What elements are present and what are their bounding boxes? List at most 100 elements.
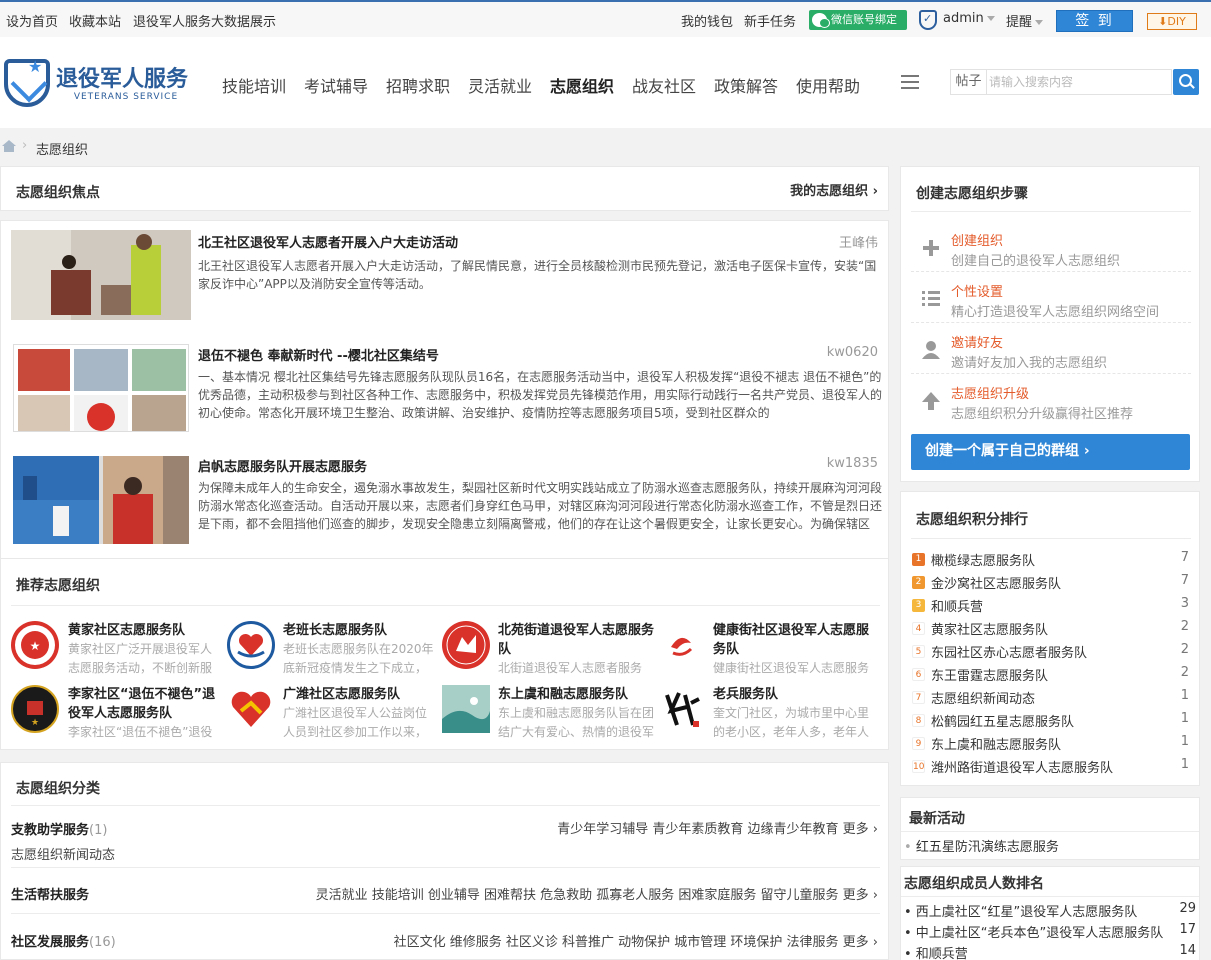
rank-org-name[interactable]: 金沙窝社区志愿服务队 [931,573,1061,592]
member-org-name[interactable]: • 和顺兵营 [904,943,968,960]
user-menu[interactable]: admin [943,11,995,26]
org-logo[interactable] [657,621,705,669]
nav-item-jobs[interactable]: 招聘求职 [386,73,450,97]
wallet-link[interactable]: 我的钱包 [681,11,733,30]
article-photo [11,230,191,320]
rank-badge: 10 [912,760,925,773]
nav-item-exam[interactable]: 考试辅导 [304,73,368,97]
search-type-select[interactable]: 帖子 [951,70,987,94]
article-thumbnail[interactable] [11,230,191,320]
plus-icon [920,237,942,259]
article-title[interactable]: 北王社区退役军人志愿者开展入户大走访活动 [198,232,458,251]
search-input[interactable] [989,72,1169,92]
rank-org-name[interactable]: 东上虞和融志愿服务队 [931,734,1061,753]
article-title[interactable]: 退伍不褪色 奉献新时代 --樱北社区集结号 [198,345,439,364]
org-name[interactable]: 李家社区“退伍不褪色”退役军人志愿服务队 [68,685,223,723]
my-volunteer-link[interactable]: 我的志愿组织 › [790,180,878,199]
category-name[interactable]: 社区发展服务(16) [11,931,116,950]
shield-logo-icon [4,57,50,107]
member-org-name[interactable]: • 中上虞社区“老兵本色”退役军人志愿服务队 [904,922,1163,941]
org-name[interactable]: 北苑街道退役军人志愿服务队 [498,621,656,659]
rank-org-name[interactable]: 东园社区赤心志愿者服务队 [931,642,1087,661]
rank-score: 7 [1180,573,1189,588]
article-photo [18,349,186,431]
org-desc: 北街道退役军人志愿者服务 [498,661,643,675]
reminder-menu[interactable]: 提醒 [1006,11,1044,30]
category-name[interactable]: 生活帮扶服务 [11,884,89,903]
article-summary: 一、基本情况 樱北社区集结号先锋志愿服务队现队员16名，在志愿服务活动当中，退役… [198,370,882,420]
org-logo[interactable] [442,685,490,733]
rank-badge: 9 [912,737,925,750]
step-title[interactable]: 邀请好友 [951,332,1003,351]
org-logo-image [231,691,271,727]
signin-button[interactable]: 签 到 [1056,10,1133,32]
diy-button[interactable]: ⬇DIY [1147,13,1197,30]
wechat-icon [812,13,830,28]
bigdata-link[interactable]: 退役军人服务大数据展示 [133,11,276,30]
bullet-icon: • [904,840,916,855]
org-logo[interactable]: ★ [11,621,59,669]
bookmark-link[interactable]: 收藏本站 [69,11,121,30]
step-title[interactable]: 个性设置 [951,281,1003,300]
org-logo[interactable]: ★ [11,685,59,733]
article-author[interactable]: 王峰伟 [839,232,878,251]
logo-subtext: VETERANS SERVICE [73,92,179,102]
rank-badge: 4 [912,622,925,635]
divider [901,831,1199,832]
rank-org-name[interactable]: 橄榄绿志愿服务队 [931,550,1035,569]
nav-item-volunteer[interactable]: 志愿组织 [550,73,614,97]
nav-item-community[interactable]: 战友社区 [632,73,696,97]
article-author[interactable]: kw1835 [827,456,878,471]
divider [911,538,1191,539]
category-subitem[interactable]: 志愿组织新闻动态 [11,844,115,863]
article-thumbnail[interactable] [13,344,189,432]
site-header: 退役军人服务 VETERANS SERVICE 技能培训 考试辅导 招聘求职 灵… [0,37,1211,128]
latest-item[interactable]: • 红五星防汛演练志愿服务 [904,836,1059,855]
category-tags[interactable]: 社区文化 维修服务 社区义诊 科普推广 动物保护 城市管理 环境保护 法律服务 … [394,931,878,950]
member-count: 14 [1179,943,1196,958]
org-logo[interactable] [657,685,705,733]
org-name[interactable]: 健康街社区退役军人志愿服务队 [713,621,878,659]
create-group-button[interactable]: 创建一个属于自己的群组 › [911,434,1190,470]
article-title[interactable]: 启帆志愿服务队开展志愿服务 [198,456,367,475]
rank-score: 2 [1180,619,1189,634]
recommend-title: 推荐志愿组织 [16,578,100,594]
menu-icon[interactable] [901,75,919,89]
category-tags[interactable]: 青少年学习辅导 青少年素质教育 边缘青少年教育 更多 › [557,818,878,837]
rank-badge: 8 [912,714,925,727]
article-author[interactable]: kw0620 [827,345,878,360]
nav-item-skills[interactable]: 技能培训 [222,73,286,97]
org-name[interactable]: 老班长志愿服务队 [283,621,438,640]
rank-org-name[interactable]: 潍州路街道退役军人志愿服务队 [931,757,1113,776]
search-icon[interactable] [1173,69,1199,95]
org-logo[interactable] [227,685,275,733]
org-name[interactable]: 老兵服务队 [713,685,878,704]
home-icon[interactable] [2,140,16,152]
latest-title: 最新活动 [909,811,965,827]
member-org-name[interactable]: • 西上虞社区“红星”退役军人志愿服务队 [904,901,1137,920]
org-name[interactable]: 广潍社区志愿服务队 [283,685,438,704]
step-title[interactable]: 创建组织 [951,230,1003,249]
org-logo[interactable] [442,621,490,669]
category-tags[interactable]: 灵活就业 技能培训 创业辅导 困难帮扶 危急救助 孤寡老人服务 困难家庭服务 留… [316,884,878,903]
org-name[interactable]: 东上虞和融志愿服务队 [498,685,656,704]
newbie-task-link[interactable]: 新手任务 [744,11,796,30]
category-name[interactable]: 支教助学服务(1) [11,819,107,838]
nav-item-policy[interactable]: 政策解答 [714,73,778,97]
rank-org-name[interactable]: 志愿组织新闻动态 [931,688,1035,707]
nav-item-help[interactable]: 使用帮助 [796,73,860,97]
rank-org-name[interactable]: 黄家社区志愿服务队 [931,619,1048,638]
article-thumbnail[interactable] [13,456,189,544]
org-name[interactable]: 黄家社区志愿服务队 [68,621,223,640]
site-logo[interactable]: 退役军人服务 VETERANS SERVICE [4,57,200,109]
set-home-link[interactable]: 设为首页 [6,11,58,30]
wechat-bind-button[interactable]: 微信账号绑定 [809,10,907,30]
nav-item-flex-work[interactable]: 灵活就业 [468,73,532,97]
svg-text:★: ★ [31,718,39,728]
rank-org-name[interactable]: 松鹤园红五星志愿服务队 [931,711,1074,730]
rank-org-name[interactable]: 和顺兵营 [931,596,983,615]
step-title[interactable]: 志愿组织升级 [951,383,1029,402]
org-logo[interactable] [227,621,275,669]
category-panel: 志愿组织分类 支教助学服务(1) 青少年学习辅导 青少年素质教育 边缘青少年教育… [0,762,889,960]
rank-org-name[interactable]: 东王雷霆志愿服务队 [931,665,1048,684]
